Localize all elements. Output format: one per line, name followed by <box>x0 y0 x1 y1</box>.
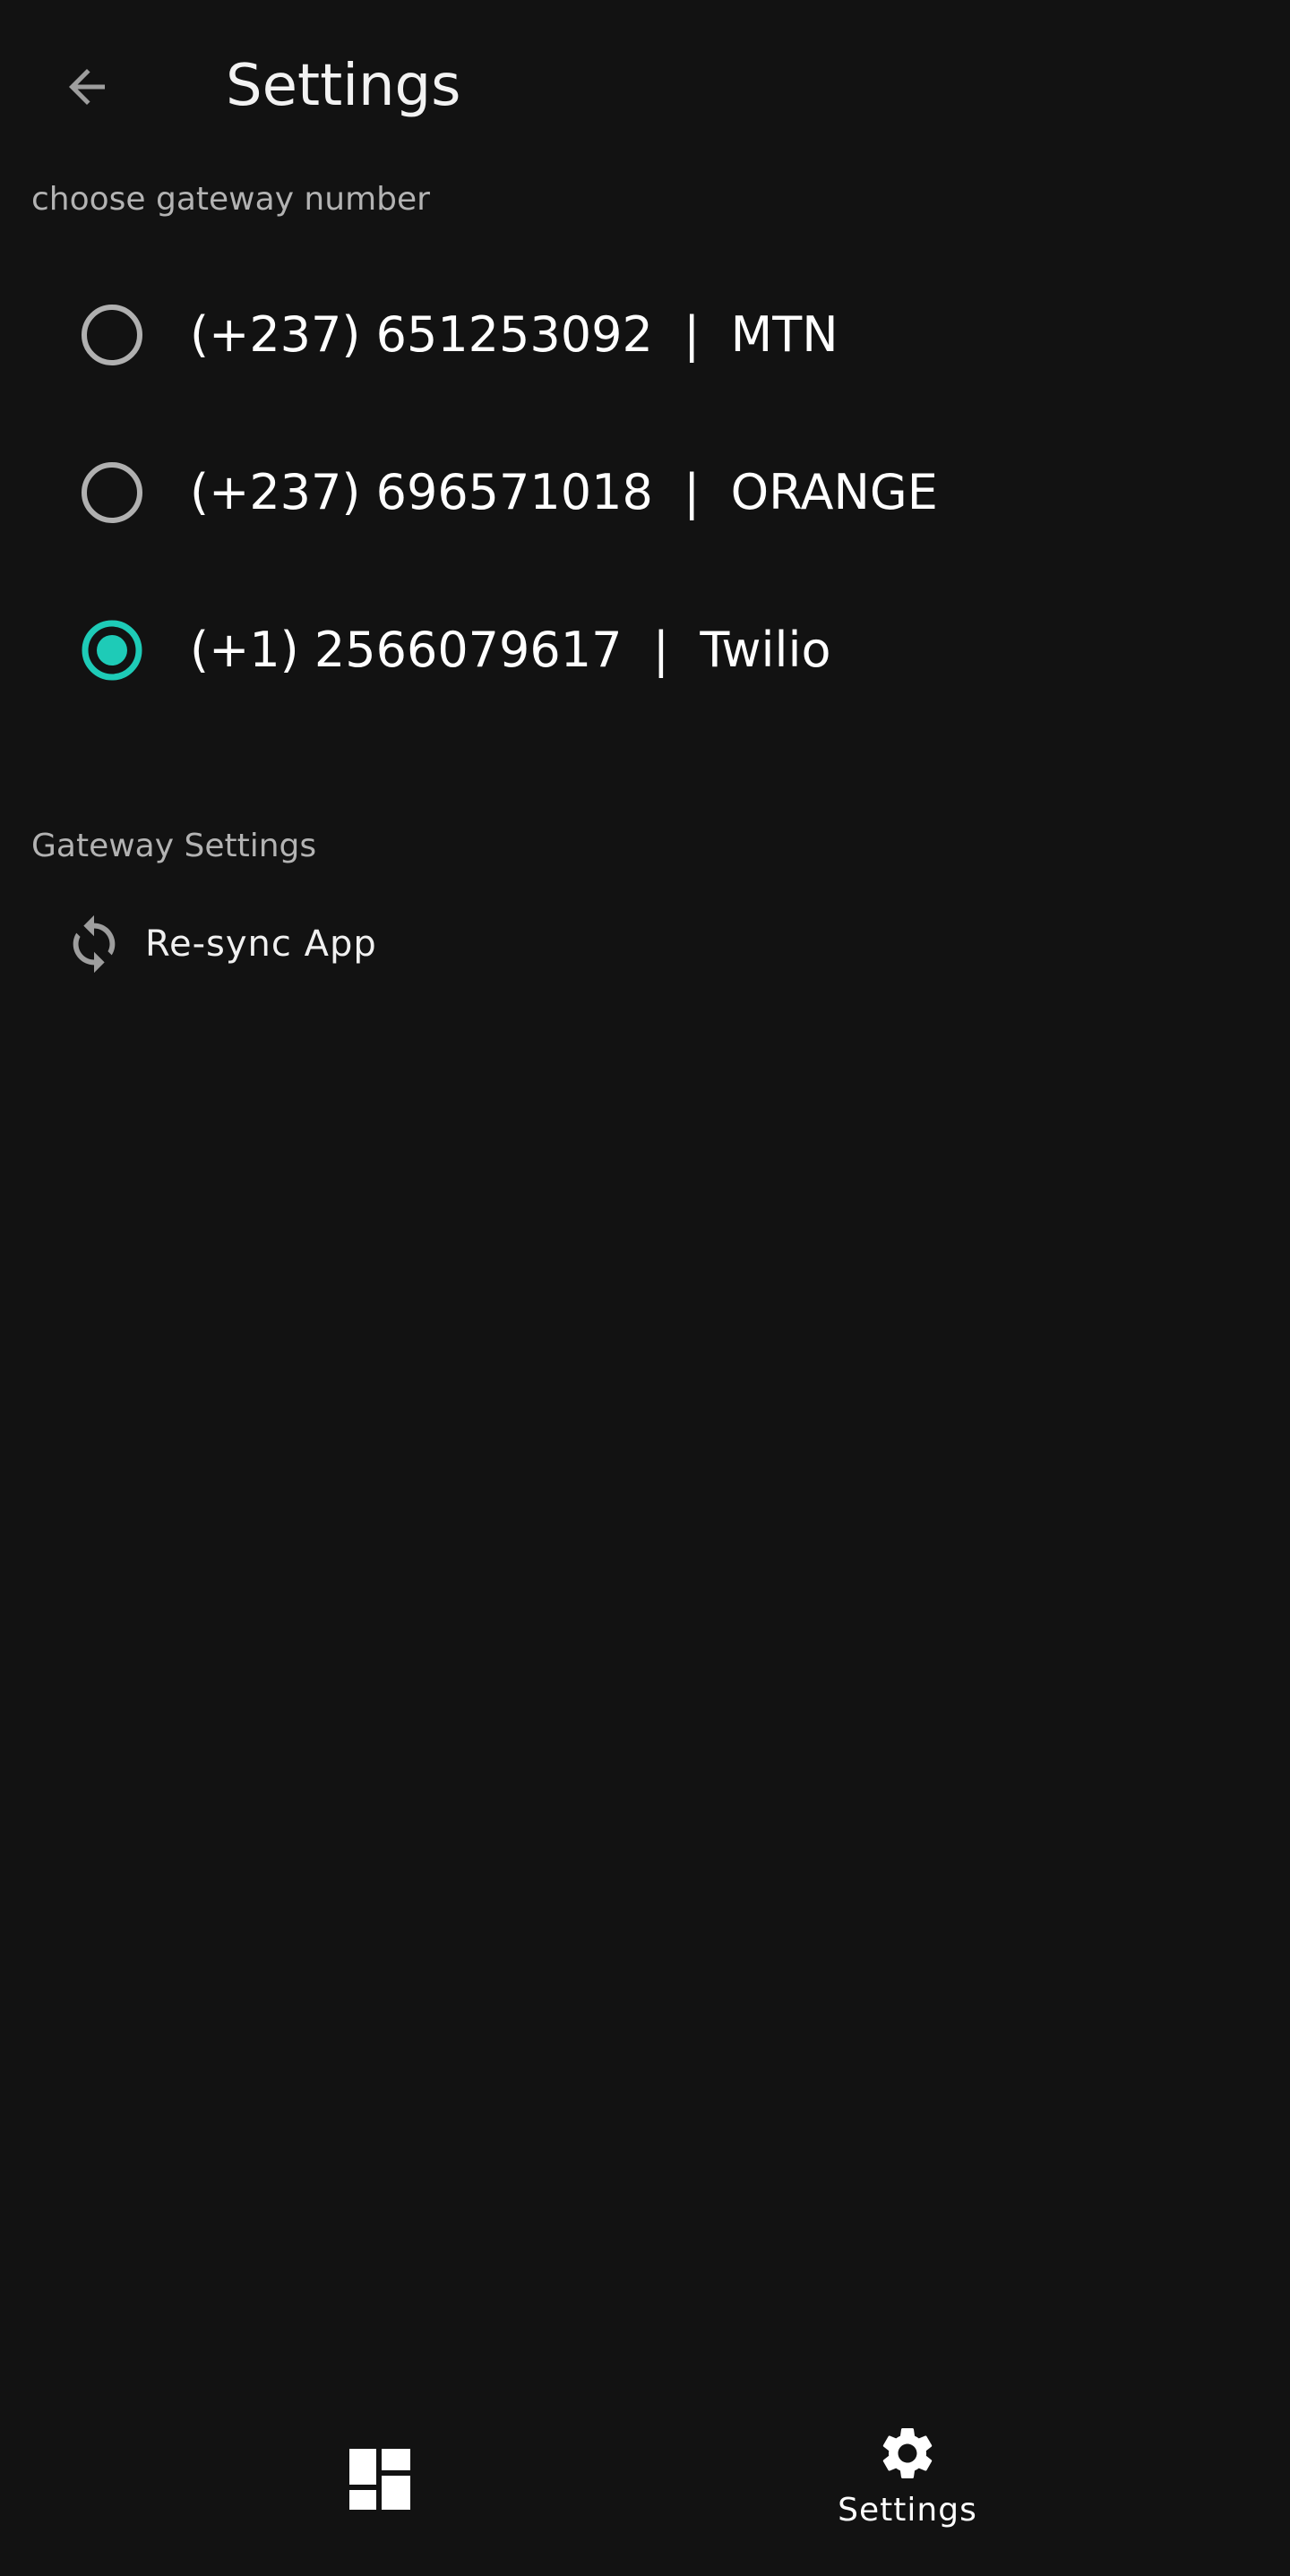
sync-icon <box>73 914 116 974</box>
app-bar: Settings <box>0 0 1290 179</box>
section-header-gateway-settings: Gateway Settings <box>31 828 317 864</box>
arrow-left-icon <box>69 69 105 105</box>
bottom-navigation: Settings <box>0 2397 1290 2576</box>
section-header-gateway-number: choose gateway number <box>31 181 430 218</box>
radio-unchecked-icon[interactable] <box>81 461 143 524</box>
resync-app-label: Re-sync App <box>145 923 377 965</box>
resync-app-item[interactable]: Re-sync App <box>0 890 1290 998</box>
radio-unchecked-icon[interactable] <box>81 304 143 366</box>
gateway-option-mtn[interactable]: (+237) 651253092 | MTN <box>0 263 1290 407</box>
gateway-option-orange[interactable]: (+237) 696571018 | ORANGE <box>0 421 1290 564</box>
gateway-option-twilio[interactable]: (+1) 2566079617 | Twilio <box>0 579 1290 722</box>
nav-label-settings: Settings <box>838 2492 977 2529</box>
gateway-option-label: (+237) 696571018 | ORANGE <box>190 464 938 520</box>
radio-checked-icon[interactable] <box>81 619 143 682</box>
gateway-option-label: (+1) 2566079617 | Twilio <box>190 622 831 678</box>
gear-icon <box>882 2428 933 2478</box>
gateway-option-label: (+237) 651253092 | MTN <box>190 306 838 363</box>
page-title: Settings <box>226 53 461 119</box>
back-button[interactable] <box>47 47 127 127</box>
dashboard-icon <box>349 2449 410 2510</box>
nav-item-dashboard[interactable] <box>0 2397 645 2576</box>
nav-item-settings[interactable]: Settings <box>645 2397 1290 2576</box>
